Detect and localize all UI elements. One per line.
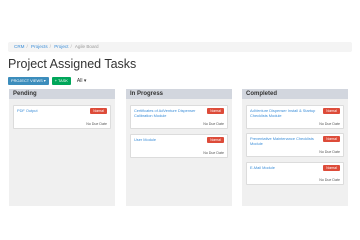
priority-badge: Normal — [323, 136, 340, 142]
column-completed: Completed AdVenture Dispenser Install & … — [242, 89, 348, 206]
due-date: No Due Date — [319, 122, 340, 126]
column-header-in-progress: In Progress — [126, 89, 232, 99]
task-title[interactable]: Preventative Maintenance Checklists Modu… — [250, 136, 316, 146]
due-date: No Due Date — [203, 151, 224, 155]
column-header-completed: Completed — [242, 89, 348, 99]
priority-badge: Normal — [207, 108, 224, 114]
add-task-button[interactable]: + TASK — [51, 77, 71, 85]
breadcrumb-crm[interactable]: CRM — [14, 44, 24, 49]
column-pending: Pending PDF Output Normal No Due Date — [9, 89, 115, 206]
task-title[interactable]: AdVenture Dispenser Install & Startup Ch… — [250, 108, 316, 118]
due-date: No Due Date — [203, 122, 224, 126]
breadcrumb-separator: / — [49, 44, 51, 49]
task-card[interactable]: Preventative Maintenance Checklists Modu… — [246, 133, 344, 157]
due-date: No Due Date — [319, 178, 340, 182]
task-title[interactable]: User Module — [134, 137, 200, 143]
page-title: Project Assigned Tasks — [8, 57, 137, 71]
priority-badge: Normal — [207, 137, 224, 143]
breadcrumb-agile-board: Agile Board — [74, 44, 99, 49]
priority-badge: Normal — [90, 108, 107, 114]
task-card[interactable]: Certificates of AdVenture Dispenser Cali… — [130, 105, 228, 129]
due-date: No Due Date — [319, 150, 340, 154]
task-card[interactable]: E-Mail Module Normal No Due Date — [246, 162, 344, 185]
column-header-pending: Pending — [9, 89, 115, 99]
filter-dropdown[interactable]: All ▾ — [77, 77, 86, 85]
breadcrumb: CRM / Projects / Project / Agile Board — [8, 42, 352, 52]
priority-badge: Normal — [323, 165, 340, 171]
breadcrumb-separator: / — [70, 44, 72, 49]
breadcrumb-project[interactable]: Project — [54, 44, 68, 49]
column-in-progress: In Progress Certificates of AdVenture Di… — [126, 89, 232, 206]
due-date: No Due Date — [86, 122, 107, 126]
task-card[interactable]: PDF Output Normal No Due Date — [13, 105, 111, 129]
task-card[interactable]: AdVenture Dispenser Install & Startup Ch… — [246, 105, 344, 129]
task-title[interactable]: Certificates of AdVenture Dispenser Cali… — [134, 108, 200, 118]
breadcrumb-separator: / — [26, 44, 28, 49]
priority-badge: Normal — [323, 108, 340, 114]
toolbar: PROJECT VIEWS ▾ + TASK All ▾ — [8, 77, 86, 85]
breadcrumb-projects[interactable]: Projects — [31, 44, 48, 49]
project-views-button[interactable]: PROJECT VIEWS ▾ — [8, 77, 49, 85]
task-card[interactable]: User Module Normal No Due Date — [130, 134, 228, 158]
task-title[interactable]: E-Mail Module — [250, 165, 316, 171]
task-title[interactable]: PDF Output — [17, 108, 83, 114]
